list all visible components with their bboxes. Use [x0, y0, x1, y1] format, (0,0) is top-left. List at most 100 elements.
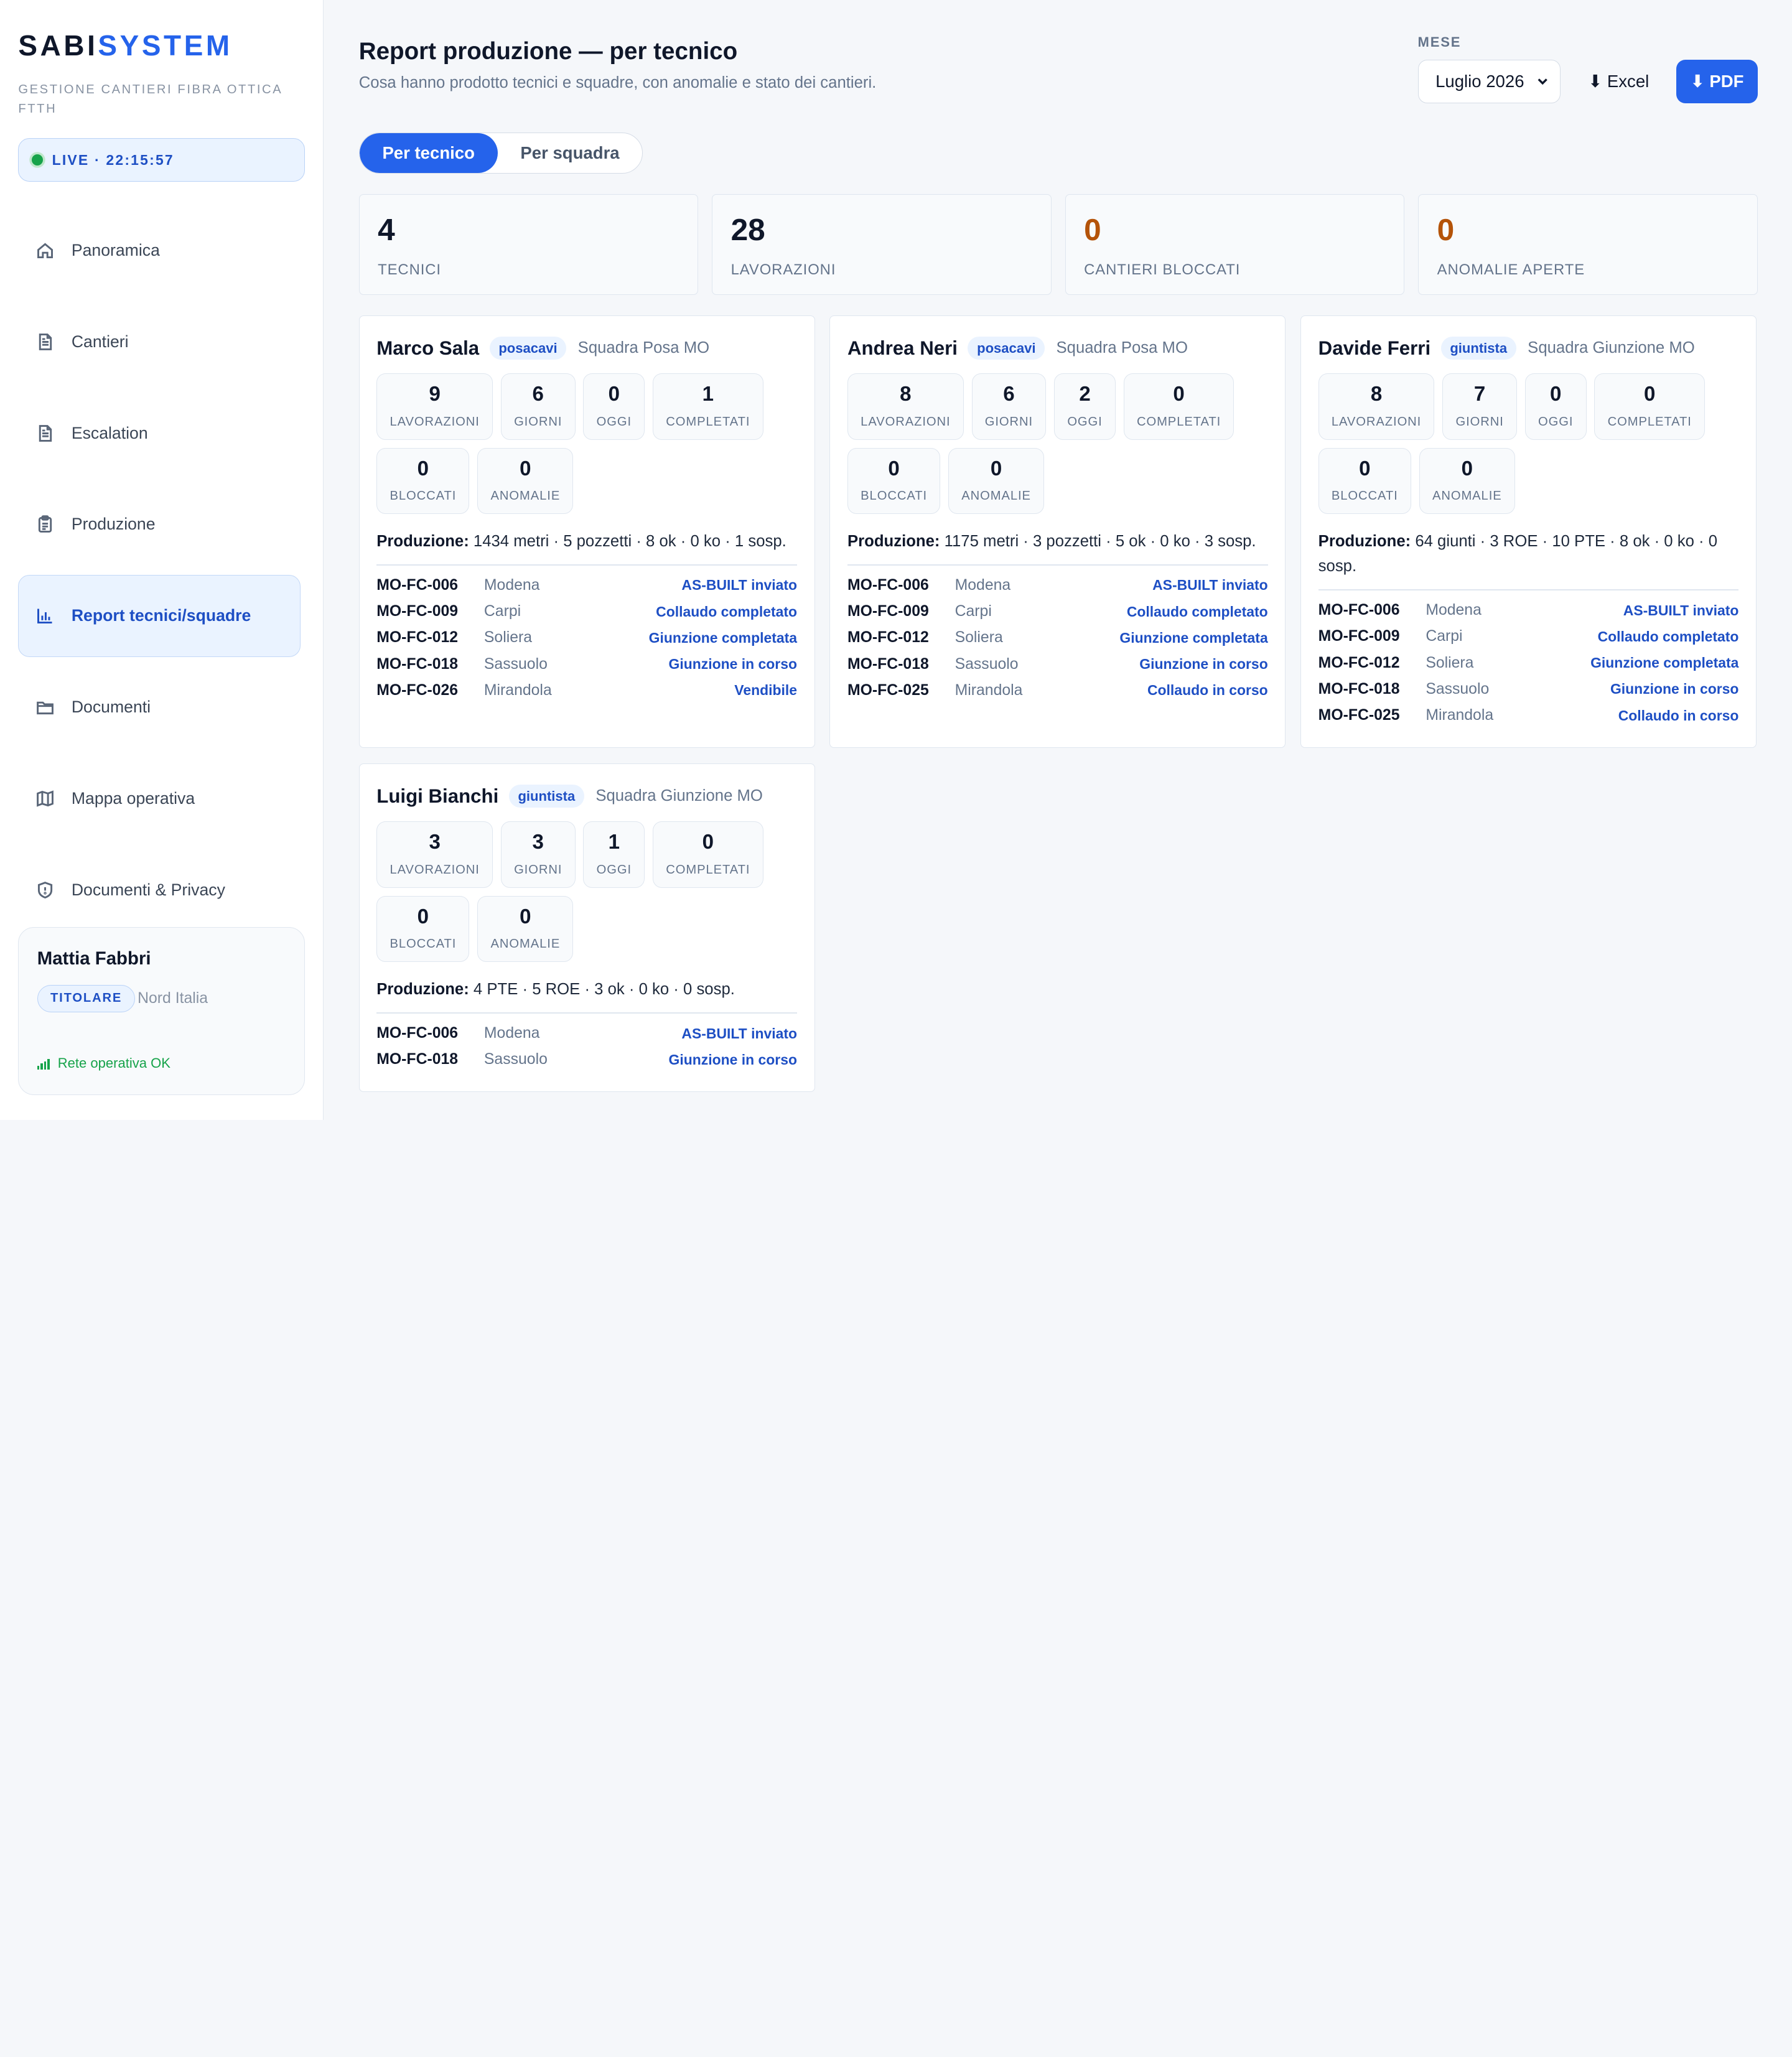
technician-card-marco-sala: Marco Sala posacavi Squadra Posa MO 9 LAVORA…	[358, 315, 815, 748]
sidebar-item-mappa-operativa[interactable]: Mappa operativa	[18, 758, 301, 840]
metric-anomalie: 0 ANOMALIE	[1419, 447, 1515, 515]
metric-value: 0	[1173, 383, 1185, 406]
technician-team: Squadra Posa MO	[577, 339, 710, 357]
site-city: Sassuolo	[483, 1051, 548, 1068]
site-code: MO-FC-006	[847, 576, 929, 594]
metric-value: 6	[1003, 383, 1015, 406]
site-status-link[interactable]: Vendibile	[734, 682, 797, 699]
site-status-link[interactable]: Giunzione completata	[649, 630, 797, 646]
metric-value: 0	[417, 905, 429, 928]
metric-anomalie: 0 ANOMALIE	[477, 895, 574, 963]
site-row[interactable]: MO-FC-009 Carpi Collaudo completato	[847, 599, 1268, 625]
site-row[interactable]: MO-FC-025 Mirandola Collaudo in corso	[1318, 702, 1739, 729]
site-row[interactable]: MO-FC-018 Sassuolo Giunzione in corso	[376, 651, 797, 677]
site-row[interactable]: MO-FC-012 Soliera Giunzione completata	[1318, 650, 1739, 676]
stat-card-anomalie-aperte: 0 ANOMALIE APERTE	[1418, 194, 1758, 296]
site-row[interactable]: MO-FC-009 Carpi Collaudo completato	[1318, 623, 1739, 650]
sidebar-item-documenti-privacy[interactable]: Documenti & Privacy	[18, 849, 301, 931]
site-status-link[interactable]: Giunzione in corso	[669, 656, 797, 673]
site-code: MO-FC-025	[1318, 707, 1400, 724]
site-row[interactable]: MO-FC-006 Modena AS-BUILT inviato	[1318, 597, 1739, 623]
sidebar-item-escalation[interactable]: Escalation	[18, 392, 301, 474]
site-row[interactable]: MO-FC-018 Sassuolo Giunzione in corso	[847, 651, 1268, 677]
site-status-link[interactable]: Collaudo completato	[1127, 604, 1268, 620]
production-text: 1434 metri · 5 pozzetti · 8 ok · 0 ko · …	[473, 532, 786, 550]
site-status-link[interactable]: Collaudo in corso	[1618, 707, 1739, 724]
sidebar-nav: Panoramica Cantieri Escalation Produzione Re…	[18, 209, 304, 931]
sidebar-item-cantieri[interactable]: Cantieri	[18, 301, 301, 383]
home-icon	[35, 240, 55, 261]
chevron-down-icon	[1538, 78, 1548, 85]
production-summary: Produzione: 4 PTE · 5 ROE · 3 ok · 0 ko …	[376, 977, 797, 1002]
site-row[interactable]: MO-FC-012 Soliera Giunzione completata	[847, 625, 1268, 651]
site-row[interactable]: MO-FC-009 Carpi Collaudo completato	[376, 599, 797, 625]
site-status-link[interactable]: Collaudo completato	[1598, 628, 1739, 645]
metric-label: ANOMALIE	[1432, 489, 1502, 503]
document-icon	[35, 423, 55, 444]
shield-icon	[35, 880, 55, 900]
export-pdf-button[interactable]: ⬇ PDF	[1676, 59, 1758, 103]
metric-value: 6	[532, 383, 544, 406]
site-row[interactable]: MO-FC-026 Mirandola Vendibile	[376, 678, 797, 704]
sidebar: SABISYSTEM GESTIONE CANTIERI FIBRA OTTIC…	[0, 0, 324, 1120]
export-excel-button[interactable]: ⬇ Excel	[1588, 60, 1649, 103]
metric-label: OGGI	[1538, 414, 1574, 429]
page-header: Report produzione — per tecnico Cosa han…	[358, 34, 1758, 103]
metric-value: 0	[520, 457, 531, 480]
site-code: MO-FC-018	[376, 1051, 459, 1068]
site-status-link[interactable]: AS-BUILT inviato	[1152, 577, 1268, 594]
metric-value: 2	[1079, 383, 1091, 406]
site-code: MO-FC-012	[376, 629, 459, 646]
header-controls: MESE Luglio 2026 ⬇ Excel ⬇ PDF	[1417, 34, 1758, 103]
metric-label: BLOCCATI	[390, 937, 457, 951]
document-icon	[35, 332, 55, 352]
site-row[interactable]: MO-FC-006 Modena AS-BUILT inviato	[847, 572, 1268, 599]
user-role-badge: TITOLARE	[37, 985, 136, 1012]
site-row[interactable]: MO-FC-006 Modena AS-BUILT inviato	[376, 1020, 797, 1047]
metric-value: 0	[520, 905, 531, 928]
site-status-link[interactable]: Collaudo completato	[656, 604, 797, 620]
tab-per-tecnico[interactable]: Per tecnico	[359, 133, 498, 174]
sidebar-item-produzione[interactable]: Produzione	[18, 483, 301, 566]
site-status-link[interactable]: AS-BUILT inviato	[1623, 602, 1739, 619]
tab-per-squadra[interactable]: Per squadra	[498, 133, 643, 173]
metric-lavorazioni: 3 LAVORAZIONI	[376, 821, 493, 888]
month-select[interactable]: Luglio 2026	[1417, 59, 1561, 103]
technician-name: Davide Ferri	[1318, 337, 1431, 359]
metric-completati: 0 COMPLETATI	[653, 821, 763, 888]
site-row[interactable]: MO-FC-018 Sassuolo Giunzione in corso	[1318, 676, 1739, 702]
site-row[interactable]: MO-FC-006 Modena AS-BUILT inviato	[376, 572, 797, 599]
technician-card-luigi-bianchi: Luigi Bianchi giuntista Squadra Giunzione …	[358, 763, 815, 1092]
site-status-link[interactable]: Giunzione in corso	[1139, 656, 1267, 673]
site-status-link[interactable]: AS-BUILT inviato	[681, 1025, 797, 1042]
technician-role-badge: posacavi	[489, 337, 567, 360]
sidebar-item-panoramica[interactable]: Panoramica	[18, 209, 301, 291]
site-status-link[interactable]: Giunzione completata	[1119, 630, 1267, 646]
technician-name: Marco Sala	[376, 337, 480, 359]
site-status-link[interactable]: AS-BUILT inviato	[681, 577, 797, 594]
user-card[interactable]: Mattia Fabbri TITOLARE Nord Italia Rete …	[18, 926, 306, 1095]
site-status-link[interactable]: Collaudo in corso	[1147, 682, 1268, 699]
site-code: MO-FC-006	[376, 576, 459, 594]
bar-chart-icon	[35, 605, 55, 626]
site-status-link[interactable]: Giunzione completata	[1590, 655, 1738, 671]
production-label: Produzione:	[376, 981, 469, 999]
site-status-link[interactable]: Giunzione in corso	[669, 1052, 797, 1068]
site-row[interactable]: MO-FC-025 Mirandola Collaudo in corso	[847, 678, 1268, 704]
site-city: Soliera	[1426, 654, 1474, 671]
technician-metrics: 3 LAVORAZIONI 3 GIORNI 1 OGGI 0 COMPLETATI 0 BLOC…	[376, 821, 771, 963]
metric-label: GIORNI	[984, 414, 1034, 429]
sidebar-item-documenti[interactable]: Documenti	[18, 666, 301, 749]
site-code: MO-FC-026	[376, 681, 459, 699]
brand-logo[interactable]: SABISYSTEM	[18, 31, 304, 60]
site-status-link[interactable]: Giunzione in corso	[1610, 681, 1738, 697]
technician-metrics: 8 LAVORAZIONI 7 GIORNI 0 OGGI 0 COMPLETATI 0 BLOC…	[1318, 373, 1713, 515]
stat-label: LAVORAZIONI	[730, 261, 836, 278]
stat-value: 0	[1084, 212, 1101, 247]
site-row[interactable]: MO-FC-012 Soliera Giunzione completata	[376, 625, 797, 651]
production-label: Produzione:	[376, 532, 469, 550]
sidebar-item-report-tecnici-squadre[interactable]: Report tecnici/squadre	[18, 574, 301, 657]
metric-value: 8	[1370, 383, 1383, 406]
site-row[interactable]: MO-FC-018 Sassuolo Giunzione in corso	[376, 1047, 797, 1073]
page-subtitle: Cosa hanno prodotto tecnici e squadre, c…	[358, 74, 877, 92]
